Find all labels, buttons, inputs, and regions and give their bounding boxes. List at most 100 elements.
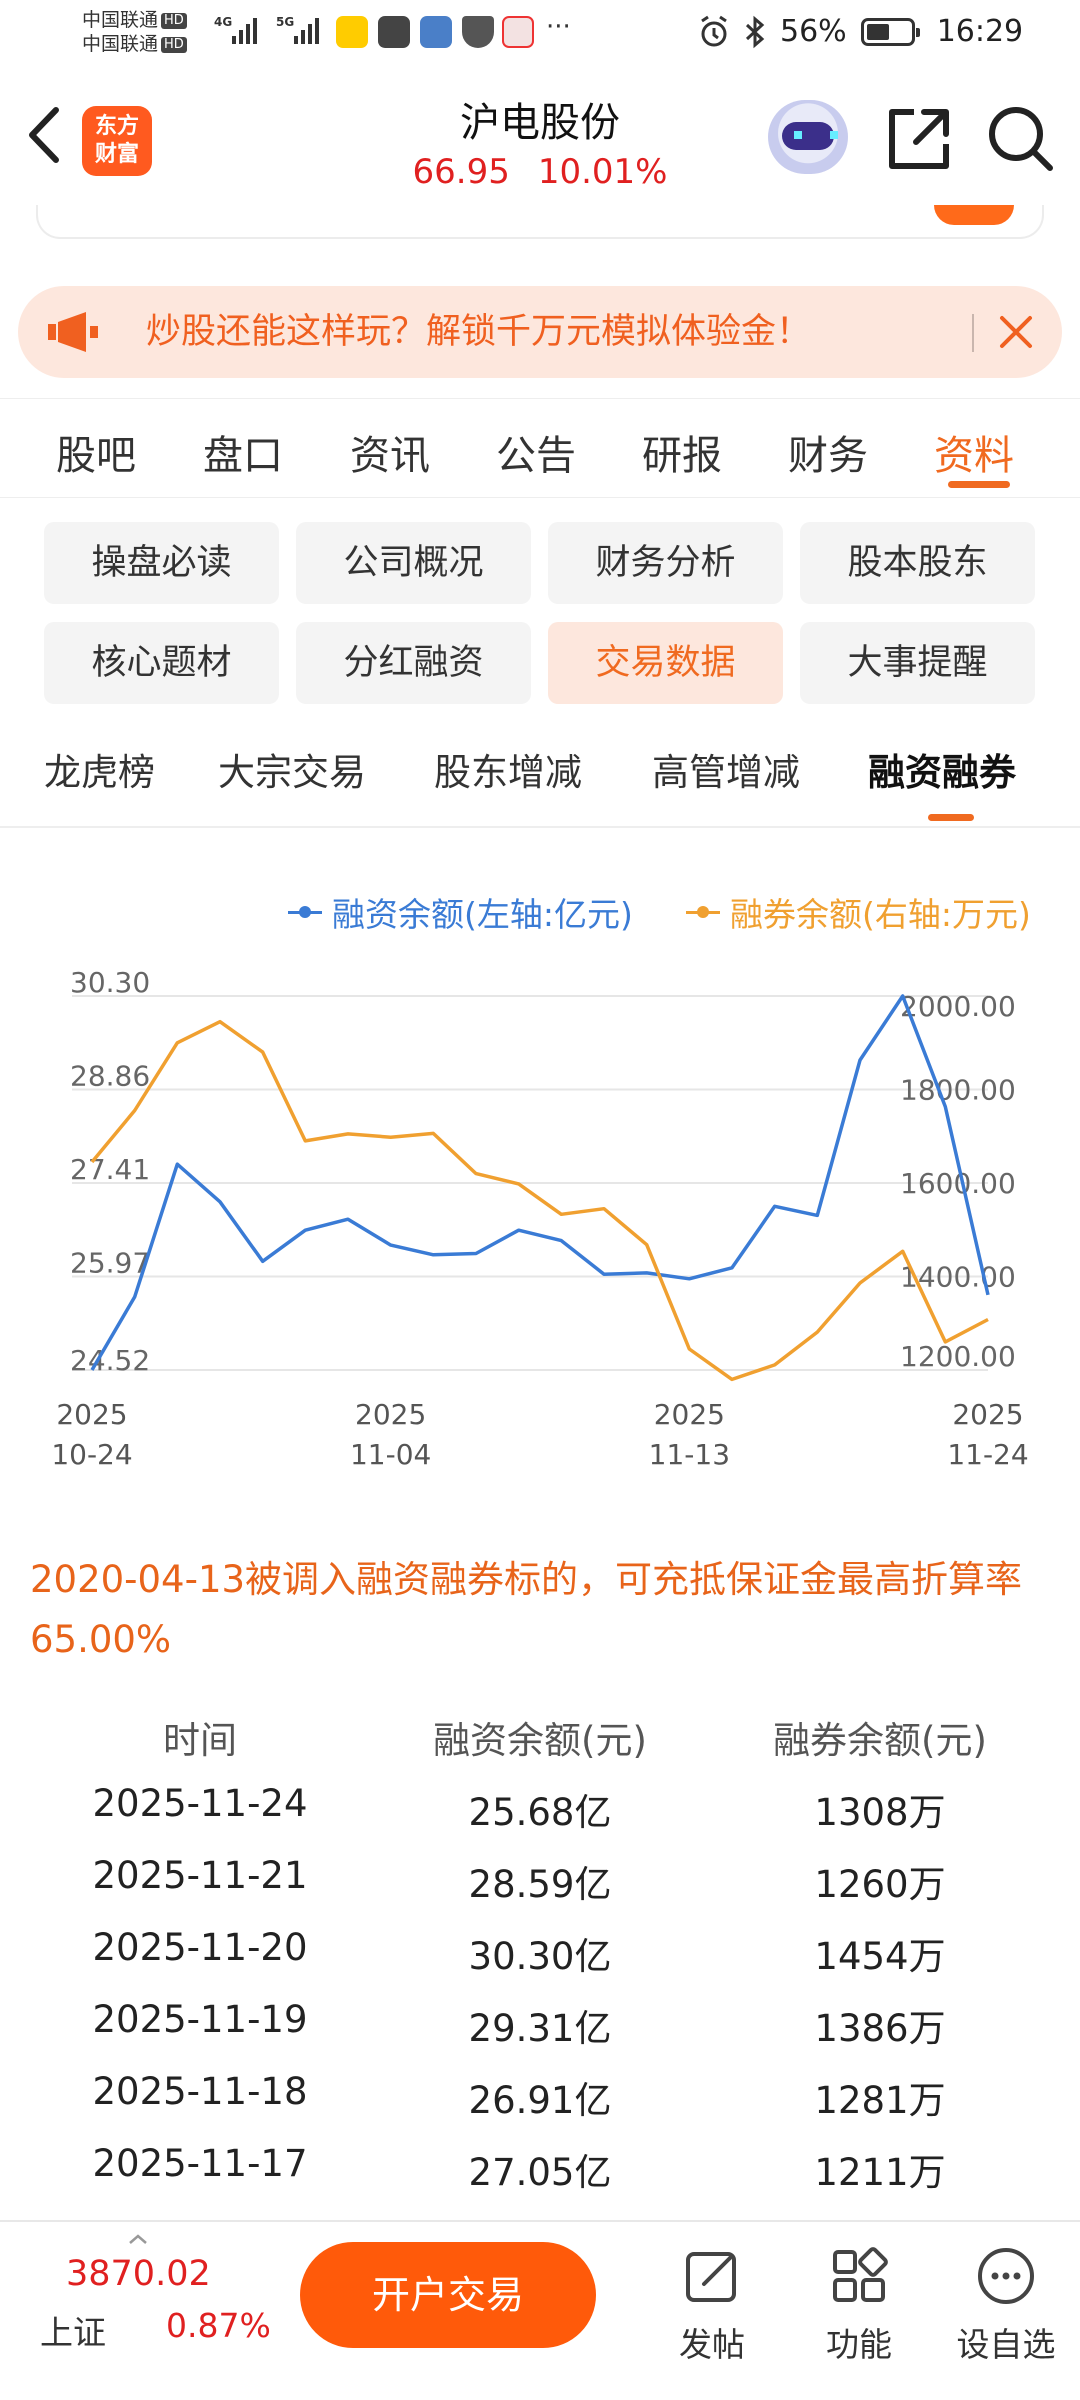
right-axis-tick-label: 1800.00 <box>900 1074 1016 1107</box>
alarm-icon <box>701 15 727 46</box>
ai-assistant-icon[interactable] <box>768 100 848 174</box>
open-account-button[interactable]: 开户交易 <box>300 2242 596 2348</box>
category-company-overview[interactable]: 公司概况 <box>296 522 531 604</box>
margin-note: 2020-04-13被调入融资融券标的，可充抵保证金最高折算率65.00% <box>30 1558 1023 1661</box>
signal-icon-1 <box>232 18 257 44</box>
left-axis-tick-label: 25.97 <box>70 1247 150 1280</box>
table-cell-date: 2025-11-21 <box>92 1854 308 1897</box>
post-label: 发帖 <box>679 2325 745 2364</box>
share-button[interactable] <box>884 104 954 174</box>
category-major-events[interactable]: 大事提醒 <box>800 622 1035 704</box>
more-circle-icon <box>978 2248 1034 2304</box>
subtab-executive-changes[interactable]: 高管增减 <box>652 742 800 796</box>
category-must-read[interactable]: 操盘必读 <box>44 522 279 604</box>
signal-icon-2 <box>294 18 319 44</box>
more-notifications-icon: ··· <box>546 12 571 42</box>
table-cell-financing: 27.05亿 <box>468 2151 612 2194</box>
functions-button[interactable]: 功能 <box>794 2232 924 2366</box>
subtab-active-indicator <box>928 814 974 821</box>
subtab-margin-trading[interactable]: 融资融券 <box>868 742 1016 796</box>
category-dividends-financing[interactable]: 分红融资 <box>296 622 531 704</box>
collapsed-search-strip <box>36 205 1044 239</box>
close-icon[interactable] <box>988 304 1044 360</box>
category-shareholders[interactable]: 股本股东 <box>800 522 1035 604</box>
table-cell-lending: 1281万 <box>814 2079 946 2122</box>
functions-label: 功能 <box>826 2325 892 2364</box>
left-axis-tick-label: 30.30 <box>70 966 150 999</box>
index-name[interactable]: 上证 <box>40 2306 106 2354</box>
tab-announcements[interactable]: 公告 <box>496 423 576 481</box>
weibo-app-icon <box>336 16 368 48</box>
table-cell-lending: 1260万 <box>814 1863 946 1906</box>
subtab-block-trades[interactable]: 大宗交易 <box>218 742 366 796</box>
margin-chart: 融资余额(左轴:亿元) 融券余额(右轴:万元) 30.30 28.86 27.41 2… <box>0 868 1080 1488</box>
table-cell-date: 2025-11-24 <box>92 1782 308 1825</box>
network-type-1: 4G <box>214 15 233 29</box>
left-axis-tick-label: 28.86 <box>70 1060 150 1093</box>
grid-icon <box>833 2247 888 2302</box>
main-tabs: 股吧 盘口 资讯 公告 研报 财务 资料 <box>0 398 1080 498</box>
x-axis-tick-year: 2025 <box>355 1398 426 1431</box>
x-axis-tick-date: 11-24 <box>947 1438 1028 1471</box>
carrier-info: 中国联通 HD 中国联通 HD <box>82 8 187 56</box>
table-cell-financing: 28.59亿 <box>468 1863 612 1906</box>
browser-app-icon <box>420 16 452 48</box>
promo-banner[interactable]: 炒股还能这样玩？解锁千万元模拟体验金！ <box>18 286 1062 378</box>
right-axis-tick-label: 1600.00 <box>900 1167 1016 1200</box>
stock-change-percent: 10.01% <box>537 152 668 192</box>
table-cell-lending: 1211万 <box>814 2151 946 2194</box>
table-cell-financing: 29.31亿 <box>468 2007 612 2050</box>
battery-icon <box>860 17 920 46</box>
tab-research[interactable]: 研报 <box>642 423 722 481</box>
x-axis-tick-date: 11-13 <box>649 1438 730 1471</box>
tab-news[interactable]: 资讯 <box>350 423 430 481</box>
promo-text: 炒股还能这样玩？解锁千万元模拟体验金！ <box>146 312 812 352</box>
bluetooth-icon <box>745 15 765 48</box>
subtab-dragon-tiger[interactable]: 龙虎榜 <box>44 742 155 796</box>
shield-icon <box>462 16 494 48</box>
megaphone-icon <box>48 312 98 352</box>
table-header-financing: 融资余额(元) <box>433 1719 647 1762</box>
left-axis-tick-label: 27.41 <box>70 1153 150 1186</box>
hd-badge-2: HD <box>161 36 187 53</box>
category-trading-data[interactable]: 交易数据 <box>548 622 783 704</box>
battery-percent: 56% <box>780 14 847 49</box>
promo-separator <box>972 314 974 352</box>
x-axis-tick-year: 2025 <box>952 1398 1023 1431</box>
chart-plot: 30.30 28.86 27.41 25.97 24.52 2000.00 1800.00 1… <box>51 966 1028 1471</box>
search-icon[interactable] <box>984 102 1056 174</box>
status-bar: 中国联通 HD 中国联通 HD 4G 5G ··· 56% 16:29 <box>0 0 1080 70</box>
right-axis-tick-label: 1400.00 <box>900 1261 1016 1294</box>
index-value[interactable]: 3870.02 <box>66 2254 211 2294</box>
category-financial-analysis[interactable]: 财务分析 <box>548 522 783 604</box>
table-cell-financing: 25.68亿 <box>468 1791 612 1834</box>
carrier-1: 中国联通 <box>82 9 159 31</box>
category-core-themes[interactable]: 核心题材 <box>44 622 279 704</box>
table-header-date: 时间 <box>163 1719 237 1762</box>
x-axis-tick-date: 11-04 <box>350 1438 431 1471</box>
index-change[interactable]: 0.87% <box>166 2306 271 2345</box>
table-cell-lending: 1308万 <box>814 1791 946 1834</box>
table-cell-date: 2025-11-17 <box>92 2142 308 2185</box>
tab-pankou[interactable]: 盘口 <box>203 423 283 481</box>
tab-guba[interactable]: 股吧 <box>56 423 136 481</box>
table-cell-date: 2025-11-18 <box>92 2070 308 2113</box>
table-cell-financing: 30.30亿 <box>468 1935 612 1978</box>
carrier-2: 中国联通 <box>82 33 159 55</box>
tab-active-indicator <box>948 481 1010 488</box>
add-watchlist-button[interactable]: 设自选 <box>941 2232 1071 2366</box>
edit-icon <box>686 2252 736 2302</box>
x-axis-tick-year: 2025 <box>654 1398 725 1431</box>
left-axis-tick-label: 24.52 <box>70 1344 150 1377</box>
table-header-lending: 融券余额(元) <box>773 1719 987 1762</box>
tab-finance[interactable]: 财务 <box>788 423 868 481</box>
table-cell-lending: 1386万 <box>814 2007 946 2050</box>
hd-badge-1: HD <box>161 12 187 29</box>
post-button[interactable]: 发帖 <box>647 2232 777 2366</box>
notification-app-icon <box>378 16 410 48</box>
tab-profile[interactable]: 资料 <box>934 423 1014 481</box>
divider <box>0 826 1080 828</box>
expand-caret-icon[interactable] <box>128 2234 148 2244</box>
status-right: 56% 16:29 <box>698 14 1023 49</box>
subtab-shareholder-changes[interactable]: 股东增减 <box>434 742 582 796</box>
